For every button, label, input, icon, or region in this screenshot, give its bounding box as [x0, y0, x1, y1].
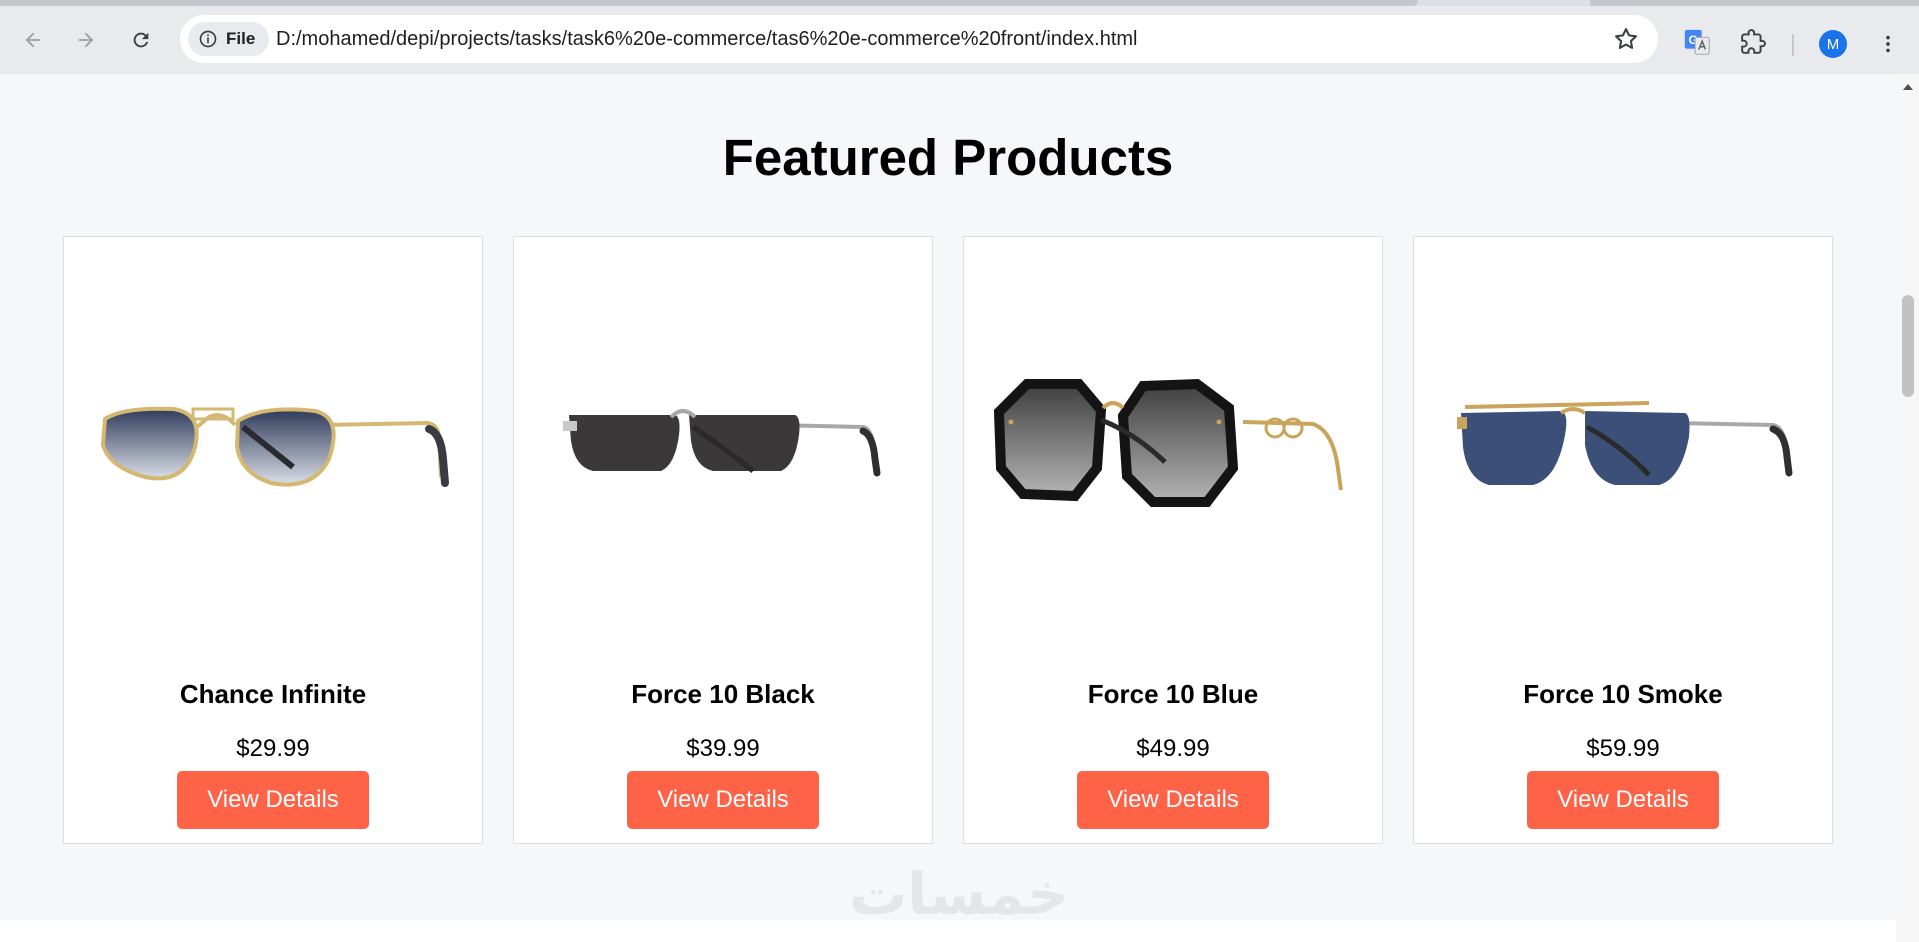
view-details-button[interactable]: View Details [627, 771, 819, 829]
aviator-sunglasses-icon [100, 406, 449, 487]
product-name[interactable]: Force 10 Blue [964, 679, 1382, 710]
product-image [514, 237, 932, 657]
view-details-button[interactable]: View Details [177, 771, 369, 829]
translate-extension-button[interactable]: G [1681, 26, 1713, 58]
address-bar[interactable]: File D:/mohamed/depi/projects/tasks/task… [180, 15, 1658, 63]
toolbar-separator [1792, 34, 1794, 56]
arrow-left-icon [25, 32, 41, 48]
scroll-up-arrow-icon[interactable] [1903, 84, 1913, 90]
navigator-sunglasses-icon [1457, 401, 1793, 485]
info-icon [199, 30, 217, 48]
bookmark-star-icon[interactable] [1612, 25, 1640, 53]
product-card: Force 10 Black $39.99 View Details [513, 236, 933, 844]
product-name[interactable]: Chance Infinite [64, 679, 482, 710]
reload-icon [133, 32, 149, 48]
product-card: Force 10 Smoke $59.99 View Details [1413, 236, 1833, 844]
product-name[interactable]: Force 10 Black [514, 679, 932, 710]
profile-avatar[interactable]: M [1819, 30, 1847, 58]
translate-icon: G [1684, 29, 1710, 55]
product-grid: Chance Infinite $29.99 View Details Forc… [63, 236, 1833, 844]
product-card: Chance Infinite $29.99 View Details [63, 236, 483, 844]
back-button[interactable] [13, 20, 53, 60]
product-price: $39.99 [686, 735, 760, 762]
reload-button[interactable] [121, 20, 161, 60]
product-card: Force 10 Blue $49.99 View Details [963, 236, 1383, 844]
url-text[interactable]: D:/mohamed/depi/projects/tasks/task6%20e… [276, 28, 1137, 51]
site-chip-label: File [226, 29, 256, 48]
view-details-button[interactable]: View Details [1077, 771, 1269, 829]
product-name[interactable]: Force 10 Smoke [1414, 679, 1832, 710]
product-image [1414, 237, 1832, 657]
browser-menu-button[interactable] [1872, 28, 1904, 60]
page-scrollbar[interactable] [1896, 74, 1919, 942]
kebab-menu-icon [1886, 35, 1890, 53]
product-image [964, 237, 1382, 657]
section-title: Featured Products [722, 129, 1174, 186]
page-viewport: Featured Products Chance Infinite $29.99… [0, 74, 1896, 942]
product-price: $49.99 [1136, 735, 1210, 762]
extensions-button[interactable] [1737, 26, 1769, 58]
rimless-sunglasses-icon [563, 409, 881, 477]
view-details-button[interactable]: View Details [1527, 771, 1719, 829]
puzzle-icon [1741, 29, 1766, 54]
product-image [64, 237, 482, 657]
next-section-edge [0, 920, 1896, 942]
hexagonal-sunglasses-icon [993, 378, 1343, 507]
forward-button[interactable] [66, 20, 106, 60]
product-price: $29.99 [236, 735, 310, 762]
browser-toolbar: File D:/mohamed/depi/projects/tasks/task… [0, 6, 1919, 74]
scrollbar-thumb[interactable] [1902, 295, 1914, 397]
site-info-chip[interactable]: File [188, 22, 270, 56]
arrow-right-icon [78, 32, 94, 48]
product-price: $59.99 [1586, 735, 1660, 762]
watermark: خمسات [849, 864, 1069, 924]
